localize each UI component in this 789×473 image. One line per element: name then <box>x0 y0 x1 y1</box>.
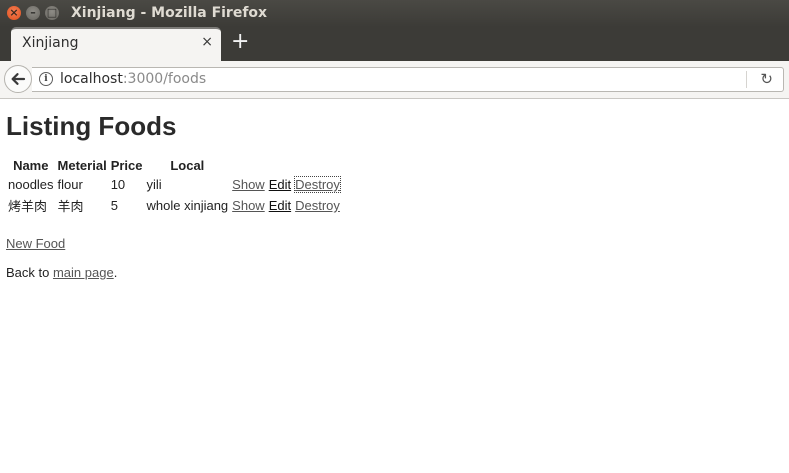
back-suffix: . <box>113 265 118 280</box>
new-food-link[interactable]: New Food <box>6 236 65 251</box>
info-icon[interactable]: i <box>39 72 53 86</box>
cell-edit: Edit <box>268 176 292 193</box>
window-title: Xinjiang - Mozilla Firefox <box>71 5 268 21</box>
show-link[interactable]: Show <box>232 198 265 213</box>
url-path: :3000/foods <box>122 71 207 87</box>
table-row: noodles flour 10 yili Show Edit Destroy <box>7 176 341 193</box>
cell-material: flour <box>57 177 83 192</box>
cell-name: 烤羊肉 <box>8 199 48 214</box>
column-header-actions <box>231 157 341 174</box>
tab-close-icon[interactable]: × <box>201 34 213 50</box>
page-content: Listing Foods Name Meterial Price Local … <box>6 99 789 473</box>
cell-material: 羊肉 <box>57 199 84 214</box>
cell-name: noodles <box>8 177 54 192</box>
close-window-icon[interactable]: × <box>7 6 21 20</box>
destroy-link[interactable]: Destroy <box>295 198 340 213</box>
main-page-link[interactable]: main page <box>53 265 114 280</box>
back-to-main-line: Back to main page. <box>6 265 789 280</box>
window-titlebar: × – □ Xinjiang - Mozilla Firefox <box>0 0 789 27</box>
tab-xinjiang[interactable]: Xinjiang × <box>11 27 221 61</box>
back-prefix: Back to <box>6 265 53 280</box>
tab-title: Xinjiang <box>22 35 79 51</box>
foods-table: Name Meterial Price Local noodles flour … <box>5 155 343 218</box>
navigation-bar: i localhost:3000/foods ↻ <box>0 61 789 99</box>
page-title: Listing Foods <box>6 111 177 141</box>
table-header-row: Name Meterial Price Local <box>7 157 341 174</box>
url-host: localhost <box>60 71 123 87</box>
column-header-name: Name <box>13 158 49 173</box>
destroy-link[interactable]: Destroy <box>294 176 341 193</box>
cell-edit: Edit <box>268 195 292 216</box>
column-header-local: Local <box>170 158 205 173</box>
back-arrow-icon <box>11 73 26 85</box>
url-separator <box>746 71 747 88</box>
cell-show: Show <box>231 195 266 216</box>
cell-destroy: Destroy <box>294 176 341 193</box>
new-food-section: New Food <box>6 236 789 251</box>
cell-price: 5 <box>110 198 118 213</box>
table-row: 烤羊肉 羊肉 5 whole xinjiang Show Edit Destro… <box>7 195 341 216</box>
tab-strip: Xinjiang × + <box>0 27 789 61</box>
cell-local: yili <box>146 177 162 192</box>
column-header-price: Price <box>110 158 143 173</box>
url-text[interactable]: localhost:3000/foods <box>60 71 206 87</box>
new-tab-icon[interactable]: + <box>231 29 249 55</box>
edit-link[interactable]: Edit <box>269 177 291 192</box>
cell-show: Show <box>231 176 266 193</box>
cell-local: whole xinjiang <box>146 198 229 213</box>
cell-destroy: Destroy <box>294 195 341 216</box>
reload-icon[interactable]: ↻ <box>760 70 773 88</box>
column-header-material: Meterial <box>57 158 107 173</box>
minimize-window-icon[interactable]: – <box>26 6 40 20</box>
edit-link[interactable]: Edit <box>269 198 291 213</box>
cell-price: 10 <box>110 177 126 192</box>
url-bar[interactable]: i localhost:3000/foods ↻ <box>32 67 784 92</box>
back-button[interactable] <box>4 65 32 93</box>
show-link[interactable]: Show <box>232 177 265 192</box>
maximize-window-icon[interactable]: □ <box>45 6 59 20</box>
